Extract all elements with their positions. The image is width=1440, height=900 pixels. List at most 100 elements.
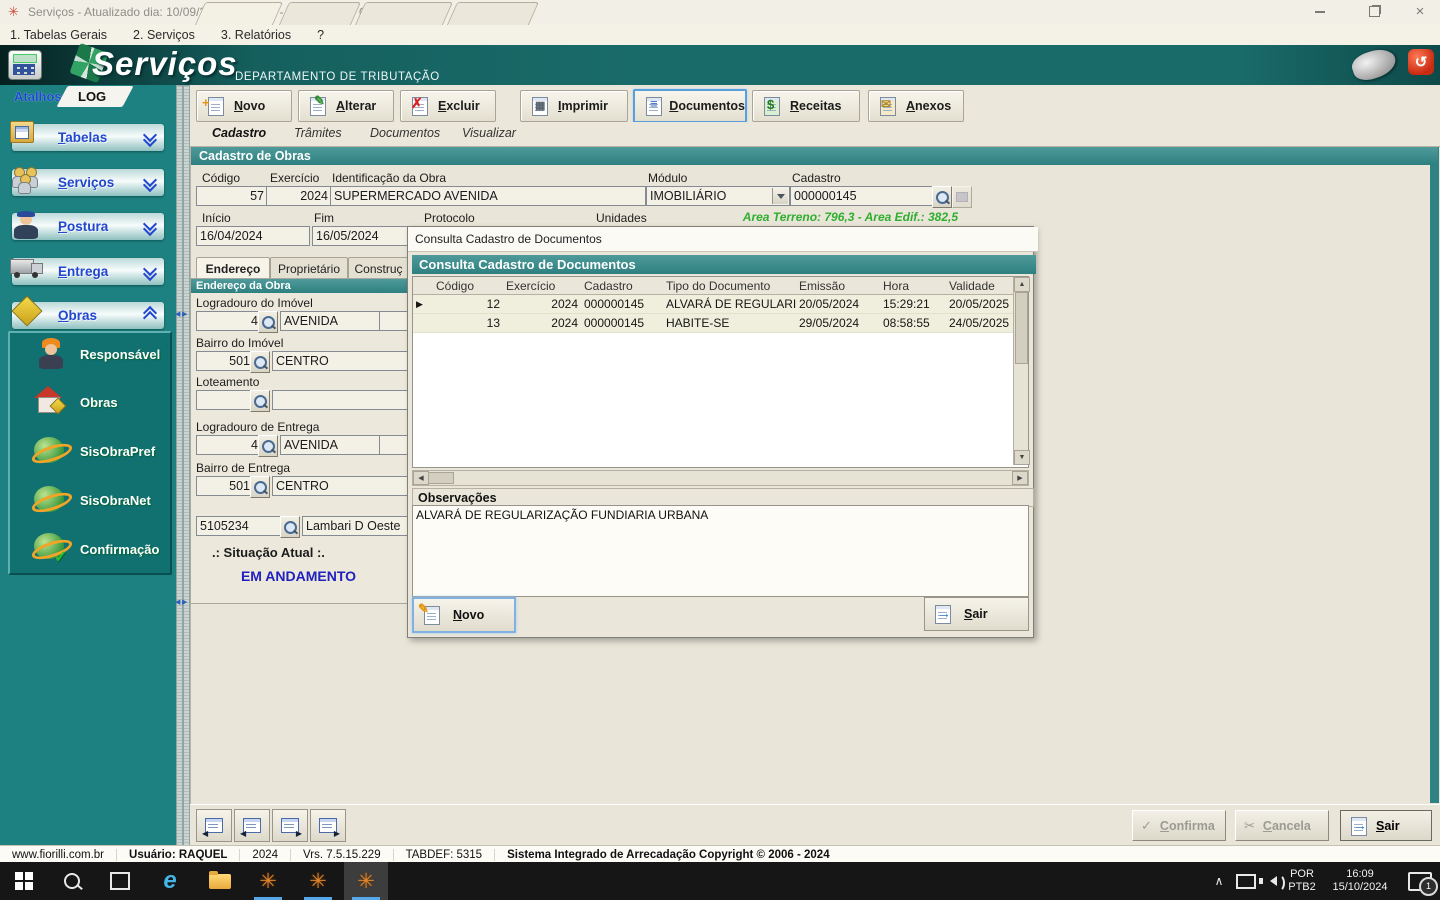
cadastro-search-button[interactable] <box>932 186 952 208</box>
logradouro-imovel-cod-field[interactable]: 4 <box>196 311 262 331</box>
close-button[interactable]: × <box>1398 0 1440 23</box>
dialog-title-bar[interactable]: Consulta Cadastro de Documentos <box>408 227 1038 252</box>
col-exercicio[interactable]: Exercício <box>503 279 581 293</box>
subtab-proprietario[interactable]: Proprietário <box>270 257 348 279</box>
grid-vertical-scrollbar[interactable]: ▲ ▼ <box>1013 277 1030 465</box>
logradouro-entrega-search-button[interactable] <box>258 435 278 457</box>
start-button[interactable] <box>2 862 46 900</box>
notification-center-button[interactable]: 1 <box>1398 862 1440 900</box>
logradouro-entrega-field[interactable]: AVENIDA <box>280 435 383 455</box>
bairro-entrega-search-button[interactable] <box>250 476 270 498</box>
taskbar-clock[interactable]: 16:09 15/10/2024 <box>1322 862 1398 900</box>
col-codigo[interactable]: Código <box>433 279 503 293</box>
col-cadastro[interactable]: Cadastro <box>581 279 663 293</box>
logradouro-imovel-field[interactable]: AVENIDA <box>280 311 383 331</box>
sair-button[interactable]: → Sair <box>1340 810 1432 841</box>
dropdown-arrow-icon[interactable] <box>772 188 788 204</box>
chevron-down-icon[interactable] <box>142 127 158 148</box>
scrollbar-thumb[interactable] <box>1015 292 1028 364</box>
sidebar-item-postura[interactable]: Postura <box>12 211 164 240</box>
loteamento-field[interactable] <box>272 390 414 410</box>
minimize-button[interactable] <box>1298 0 1342 23</box>
tab-visualizar-label[interactable]: Visualizar <box>462 126 516 140</box>
network-tray-icon[interactable] <box>1232 862 1260 900</box>
cidade-field[interactable]: Lambari D Oeste <box>302 516 414 536</box>
app-window-button-2[interactable]: ✳ <box>296 862 340 900</box>
table-row[interactable]: ▶ 12 2024 000000145 ALVARÁ DE REGULARIZ … <box>413 295 1028 314</box>
app-window-button-active[interactable]: ✳ <box>344 862 388 900</box>
tab-cadastro-label[interactable]: Cadastro <box>212 126 266 140</box>
scroll-down-icon[interactable]: ▼ <box>1014 450 1030 465</box>
tab-documentos[interactable] <box>354 2 454 25</box>
bairro-entrega-cod-field[interactable]: 501 <box>196 476 254 496</box>
tab-visualizar[interactable] <box>446 2 540 25</box>
cidade-cod-field[interactable]: 5105234 <box>196 516 284 536</box>
sidebar-item-servicos[interactable]: Serviços <box>12 167 164 196</box>
observacoes-textarea[interactable]: ALVARÁ DE REGULARIZAÇÃO FUNDIARIA URBANA <box>412 505 1029 597</box>
tray-expand-button[interactable]: ∧ <box>1205 862 1233 900</box>
bairro-entrega-field[interactable]: CENTRO <box>272 476 414 496</box>
col-hora[interactable]: Hora <box>880 279 946 293</box>
scroll-left-icon[interactable]: ◀ <box>413 471 429 485</box>
sidebar-item-sisobrapref[interactable]: SisObraPref <box>8 431 168 471</box>
language-indicator[interactable]: POR PTB2 <box>1282 862 1322 900</box>
sidebar-item-responsavel[interactable]: Responsável <box>8 334 168 374</box>
task-view-button[interactable] <box>98 862 142 900</box>
splitter-arrow-icon[interactable]: ◀ <box>175 310 180 318</box>
splitter-arrow-icon[interactable]: ▶ <box>182 598 187 606</box>
splitter-arrow-icon[interactable]: ▶ <box>182 310 187 318</box>
col-tipo[interactable]: Tipo do Documento <box>663 279 796 293</box>
exercicio-field[interactable]: 2024 <box>266 186 332 206</box>
restore-button[interactable] <box>1352 0 1396 23</box>
file-explorer-button[interactable] <box>198 862 242 900</box>
receitas-button[interactable]: $ Receitas <box>752 90 860 122</box>
dialog-sair-button[interactable]: → Sair <box>924 597 1029 631</box>
sidebar-tab-log[interactable]: LOG <box>78 89 106 104</box>
menu-servicos[interactable]: 2. Serviços <box>133 28 195 42</box>
logradouro-entrega-cod-field[interactable]: 4 <box>196 435 262 455</box>
identificacao-field[interactable]: SUPERMERCADO AVENIDA <box>330 186 646 206</box>
excluir-button[interactable]: ✗ Excluir <box>400 90 496 122</box>
splitter-bar[interactable]: ▶ ▶ <box>182 85 190 847</box>
sidebar-item-obras-sub[interactable]: Obras <box>8 382 168 422</box>
nav-next-button[interactable]: ▶ <box>272 809 308 842</box>
dialog-novo-button[interactable]: ✎ Novo <box>412 597 516 633</box>
power-icon[interactable]: ↺ <box>1408 49 1434 75</box>
menu-help[interactable]: ? <box>317 28 324 42</box>
sidebar-item-obras[interactable]: Obras <box>11 295 164 329</box>
tab-cadastro[interactable] <box>194 2 284 25</box>
modulo-select[interactable]: IMOBILIÁRIO <box>646 186 790 206</box>
app-window-button-1[interactable]: ✳ <box>246 862 290 900</box>
chevron-up-icon[interactable] <box>142 305 158 326</box>
anexos-button[interactable]: ✉ Anexos <box>868 90 964 122</box>
sidebar-item-sisobranet[interactable]: SisObraNet <box>8 480 168 520</box>
grid-horizontal-scrollbar[interactable]: ◀ ▶ <box>412 470 1029 486</box>
loteamento-search-button[interactable] <box>250 390 270 412</box>
tab-documentos-label[interactable]: Documentos <box>370 126 440 140</box>
novo-button[interactable]: + Novo <box>196 90 292 122</box>
codigo-field[interactable]: 57 <box>196 186 268 206</box>
splitter-arrow-icon[interactable]: ◀ <box>175 598 180 606</box>
nav-previous-button[interactable]: ◀ <box>234 809 270 842</box>
chevron-down-icon[interactable] <box>142 261 158 282</box>
logradouro-imovel-search-button[interactable] <box>258 311 278 333</box>
menu-relatorios[interactable]: 3. Relatórios <box>221 28 291 42</box>
tab-tramites[interactable] <box>278 2 362 25</box>
sidebar-item-entrega[interactable]: Entrega <box>10 258 164 285</box>
bairro-imovel-field[interactable]: CENTRO <box>272 351 414 371</box>
nav-last-button[interactable]: ▶ <box>310 809 346 842</box>
cidade-search-button[interactable] <box>280 516 300 538</box>
sidebar-item-confirmacao[interactable]: ✓ Confirmação <box>8 529 168 569</box>
sidebar-tab-atalhos[interactable]: Atalhos <box>14 89 62 104</box>
imprimir-button[interactable]: ▦ Imprimir <box>520 90 628 122</box>
col-emissao[interactable]: Emissão <box>796 279 880 293</box>
loteamento-cod-field[interactable] <box>196 390 254 410</box>
sidebar-item-tabelas[interactable]: Tabelas <box>10 121 164 151</box>
scroll-right-icon[interactable]: ▶ <box>1012 471 1028 485</box>
menu-tabelas-gerais[interactable]: 1. Tabelas Gerais <box>10 28 107 42</box>
tab-tramites-label[interactable]: Trâmites <box>294 126 342 140</box>
table-row[interactable]: 13 2024 000000145 HABITE-SE 29/05/2024 0… <box>413 314 1028 333</box>
cadastro-field[interactable]: 000000145 <box>790 186 936 206</box>
subtab-construcao[interactable]: Construç <box>348 257 409 279</box>
scroll-up-icon[interactable]: ▲ <box>1014 277 1030 292</box>
